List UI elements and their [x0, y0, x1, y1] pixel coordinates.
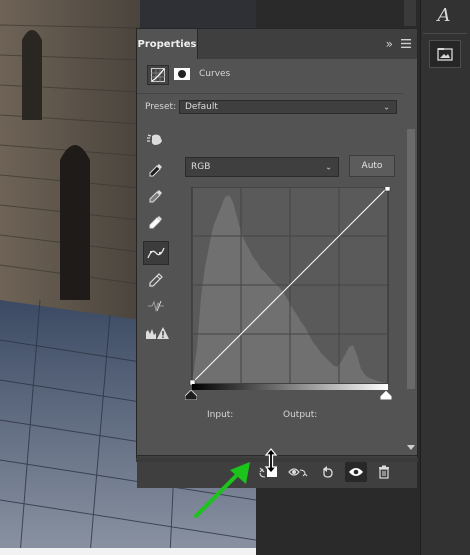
eyedropper-black-icon [149, 164, 162, 177]
pencil-icon [149, 273, 163, 287]
collapse-panel-button[interactable]: » [386, 37, 393, 51]
eye-icon [349, 468, 363, 476]
eyedropper-gray-icon [149, 190, 162, 203]
tool-divider [423, 33, 467, 34]
layer-mask-icon[interactable] [173, 66, 191, 82]
preset-value: Default [185, 102, 218, 112]
channel-dropdown[interactable]: RGB ⌄ [185, 157, 339, 177]
clipping-warning-tool[interactable] [144, 323, 170, 343]
panel-body: Curves Preset: Default ⌄ RGB ⌄ Auto Inpu… [137, 59, 417, 488]
green-arrow-annotation-icon [194, 462, 250, 518]
smooth-curve-icon [148, 300, 164, 313]
preset-label: Preset: [145, 102, 177, 112]
reset-icon [323, 466, 333, 478]
black-point-eyedropper[interactable] [145, 159, 167, 181]
curves-graph[interactable] [189, 185, 391, 386]
output-gradient-bar [192, 384, 388, 390]
folder-image-icon [437, 48, 453, 61]
on-image-adjust-tool[interactable] [145, 129, 167, 151]
eye-previous-icon [288, 468, 308, 477]
histogram-warning-icon [146, 327, 169, 339]
text-tool-icon: A [437, 4, 451, 26]
white-point-eyedropper[interactable] [145, 211, 167, 233]
preset-dropdown[interactable]: Default ⌄ [179, 100, 397, 114]
curve-points-icon [147, 247, 165, 259]
libraries-panel-button[interactable] [429, 40, 461, 68]
panel-header-controls: » [386, 37, 411, 51]
curve-endpoint-white[interactable] [384, 185, 391, 192]
properties-panel: Properties » Curves Preset: Default ⌄ RG… [136, 28, 418, 488]
panel-header: Properties » [137, 29, 417, 60]
eyedropper-white-icon [149, 216, 162, 229]
draw-curve-pencil-tool[interactable] [145, 269, 167, 291]
character-panel-button[interactable]: A [429, 2, 459, 28]
tab-properties-label: Properties [137, 38, 197, 50]
scrollbar-thumb[interactable] [407, 129, 415, 389]
delete-adjustment-button[interactable] [373, 462, 395, 482]
white-point-slider-icon[interactable] [380, 390, 392, 400]
trash-icon [379, 465, 389, 479]
hand-target-icon [147, 134, 162, 145]
auto-button-label: Auto [361, 161, 383, 171]
adjustment-title: Curves [199, 69, 231, 79]
dock-scrollbar[interactable] [404, 0, 416, 26]
input-label: Input: [207, 410, 234, 420]
smooth-curve-tool[interactable] [145, 295, 167, 317]
output-label: Output: [283, 410, 318, 420]
vertical-resize-icon [264, 448, 278, 474]
view-previous-state-button[interactable] [287, 462, 309, 482]
header-divider [137, 93, 403, 94]
auto-button[interactable]: Auto [349, 155, 395, 177]
channel-value: RGB [191, 162, 211, 172]
panel-menu-icon[interactable] [401, 38, 411, 51]
black-point-slider-icon[interactable] [185, 390, 197, 400]
gray-point-eyedropper[interactable] [145, 185, 167, 207]
toggle-visibility-button[interactable] [345, 462, 367, 482]
right-tool-strip: A [420, 0, 470, 555]
curves-adjustment-icon[interactable] [147, 65, 169, 85]
edit-points-curve-tool[interactable] [143, 241, 169, 265]
chevron-down-icon: ⌄ [383, 102, 390, 112]
chevron-down-icon: ⌄ [325, 162, 332, 172]
tab-properties[interactable]: Properties [137, 29, 198, 59]
reset-button[interactable] [317, 462, 339, 482]
